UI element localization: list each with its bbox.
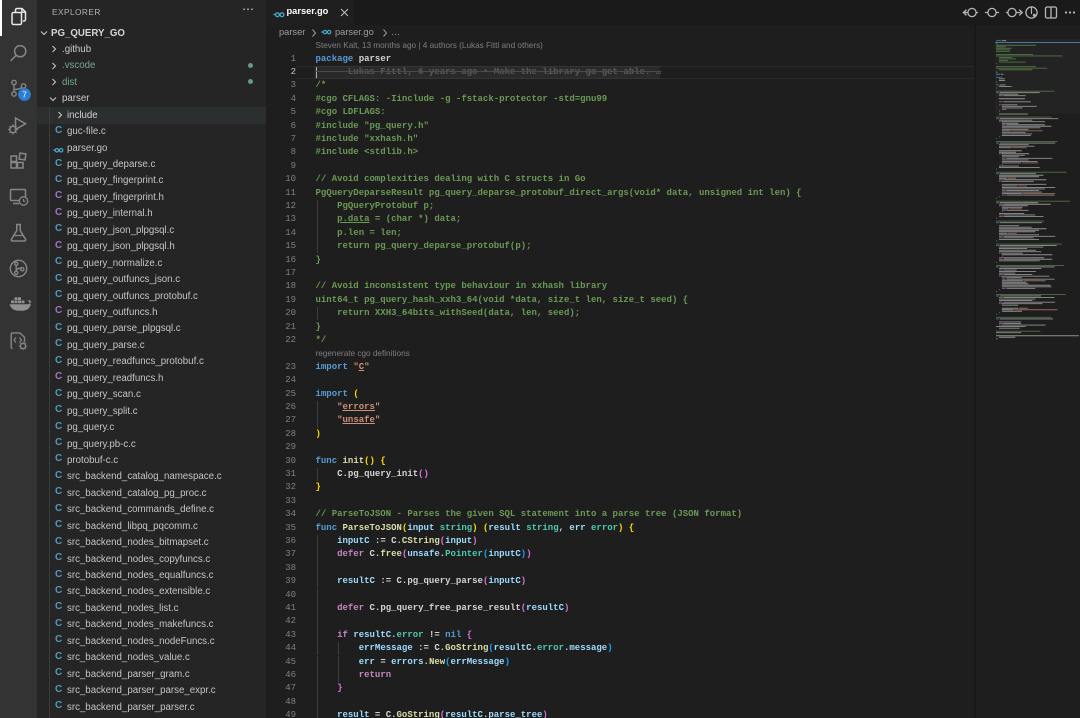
svg-text:7: 7 <box>22 90 27 100</box>
